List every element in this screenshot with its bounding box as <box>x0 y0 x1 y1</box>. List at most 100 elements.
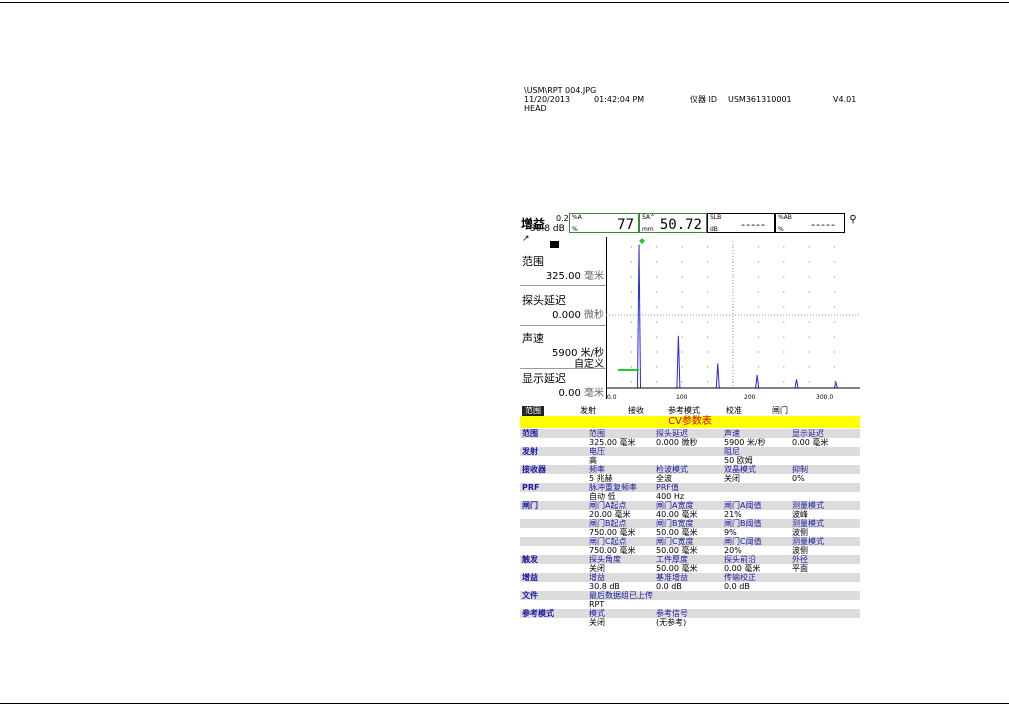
grid-dot <box>630 351 632 353</box>
grid-dot <box>681 366 683 368</box>
table-cell: 外径 <box>792 555 808 564</box>
readout-box-slb: SLB dB ----- <box>707 213 775 233</box>
table-cell: 闸门A阈值 <box>724 501 762 510</box>
readout-label: SA^ <box>642 214 656 221</box>
table-cell: 频率 <box>589 465 605 474</box>
divider <box>520 285 606 286</box>
grid-dot <box>656 351 658 353</box>
tab-item[interactable]: 发射 <box>580 406 596 416</box>
freeze-icon <box>550 241 559 248</box>
gain-step: 0.2 <box>556 214 569 223</box>
table-row: 20.00 毫米 40.00 毫米 21% 波峰 <box>520 510 860 519</box>
grid-dot <box>808 291 810 293</box>
table-section-label: 文件 <box>522 591 538 600</box>
table-cell: 0.000 微秒 <box>656 438 698 447</box>
firmware-version: V4.01 <box>833 95 857 104</box>
table-cell: 50 欧姆 <box>724 456 753 465</box>
echo-peak <box>794 379 799 389</box>
grid-dot <box>757 321 759 323</box>
grid-dot <box>783 321 785 323</box>
grid-dot <box>834 366 836 368</box>
table-cell: PRF值 <box>656 483 679 492</box>
grid-dot <box>656 246 658 248</box>
grid-dot <box>808 246 810 248</box>
tab-item[interactable]: 范围 <box>522 406 544 416</box>
table-row: 关闭 (无参考) <box>520 618 860 627</box>
grid-dot <box>681 336 683 338</box>
grid-dot <box>783 306 785 308</box>
table-section-label: 增益 <box>522 573 538 582</box>
tab-item[interactable]: 参考模式 <box>668 406 700 416</box>
grid-dot <box>834 261 836 263</box>
tab-item[interactable]: 接收 <box>628 406 644 416</box>
grid-dot <box>783 366 785 368</box>
readout-value: ----- <box>811 218 836 231</box>
grid-dot <box>808 306 810 308</box>
grid-dot <box>757 336 759 338</box>
tab-item[interactable]: 闸门 <box>772 406 788 416</box>
readout-unit: mm <box>642 226 654 233</box>
instrument-id: USM361310001 <box>728 95 792 104</box>
grid-dot <box>783 276 785 278</box>
readout-unit: dB <box>710 226 718 233</box>
grid-dot <box>834 351 836 353</box>
grid-dot <box>783 291 785 293</box>
table-cell: RPT <box>589 600 605 609</box>
grid-dot <box>808 321 810 323</box>
tab-bar: 范围 发射 接收 参考模式 校准 闸门 <box>520 406 860 416</box>
table-title: CV参数表 <box>520 416 860 428</box>
x-tick-label: 300.0 <box>816 394 833 401</box>
table-row: 关闭 50.00 毫米 0.00 毫米 平面 <box>520 564 860 573</box>
velocity-label: 声速 <box>522 332 544 345</box>
top-rule <box>0 2 1009 3</box>
bottom-rule <box>0 703 1009 704</box>
table-cell: 传输校正 <box>724 573 756 582</box>
table-cell: 测量模式 <box>792 537 824 546</box>
table-row: 触发 探头角度 工件厚度 探头前沿 外径 <box>520 555 860 564</box>
table-cell: 0.00 毫米 <box>724 564 761 573</box>
table-row: 325.00 毫米 0.000 微秒 5900 米/秒 0.00 毫米 <box>520 438 860 447</box>
table-row: 750.00 毫米 50.00 毫米 20% 波侧 <box>520 546 860 555</box>
echo-peak <box>715 363 720 389</box>
table-cell: 全波 <box>656 474 672 483</box>
grid-dot <box>681 321 683 323</box>
table-cell: 闸门C宽度 <box>656 537 694 546</box>
grid-dot <box>681 351 683 353</box>
grid-dot <box>630 366 632 368</box>
readout-value: 77 <box>617 217 634 233</box>
table-cell: 0.0 dB <box>656 582 682 591</box>
table-row: 自动 低 400 Hz <box>520 492 860 501</box>
grid-dot <box>630 381 632 383</box>
grid-dot <box>656 276 658 278</box>
table-section-label: PRF <box>522 483 540 492</box>
table-cell: 检波模式 <box>656 465 688 474</box>
x-tick-label: 0.0 <box>607 394 617 401</box>
readout-value: ----- <box>741 218 766 231</box>
echo-peak <box>755 374 760 389</box>
table-section-label: 接收器 <box>522 465 546 474</box>
table-cell: (无参考) <box>656 618 687 627</box>
readout-unit: % <box>778 226 784 233</box>
grid-dot <box>834 246 836 248</box>
instrument-label: 仪器 ID <box>690 95 718 104</box>
grid-dot <box>757 261 759 263</box>
table-cell: 增益 <box>589 573 605 582</box>
ascan-x-ticks: 0.0 100 200 300.0 <box>607 394 833 401</box>
table-cell: 闸门B起点 <box>589 519 627 528</box>
readout-box-soundpath: SA^ mm 50.72 <box>639 213 707 233</box>
grid-dot <box>808 261 810 263</box>
table-row: 闸门C起点 闸门C宽度 闸门C阈值 测量模式 <box>520 537 860 546</box>
table-row: 参考模式 模式 参考信号 <box>520 609 860 618</box>
table-row: 接收器 频率 检波模式 双晶模式 抑制 <box>520 465 860 474</box>
ascan-display: 0.0 100 200 300.0 <box>606 238 860 401</box>
grid-dot <box>656 321 658 323</box>
table-cell: 参考信号 <box>656 609 688 618</box>
table-cell: 测量模式 <box>792 519 824 528</box>
table-section-label: 参考模式 <box>522 609 554 618</box>
grid-dot <box>834 336 836 338</box>
table-cell: 最后数据组已上传 <box>589 591 653 600</box>
table-row: RPT <box>520 600 860 609</box>
table-cell: 探头前沿 <box>724 555 756 564</box>
grid-dot <box>783 246 785 248</box>
tab-item[interactable]: 校准 <box>726 406 742 416</box>
